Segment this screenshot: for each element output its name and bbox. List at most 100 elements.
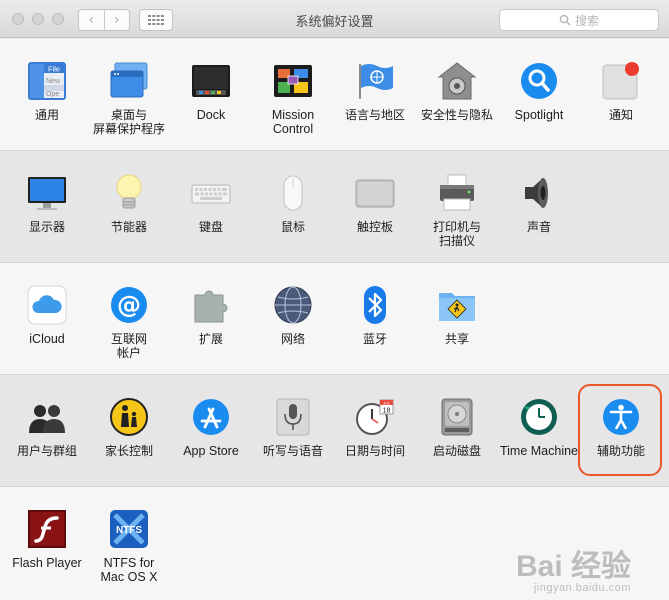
pref-app-store[interactable]: App Store <box>170 397 252 481</box>
open-menu-text: Ope <box>46 91 59 98</box>
pref-dictation-speech[interactable]: 听写与语音 <box>252 397 334 481</box>
internet-section: iCloud @ 互联网 帐户 扩展 网络 蓝牙 共享 <box>0 263 669 375</box>
pref-displays[interactable]: 显示器 <box>6 173 88 257</box>
pref-language-region[interactable]: 语言与地区 <box>334 61 416 145</box>
pref-label: 触控板 <box>356 220 393 234</box>
pref-label: Mission Control <box>271 108 315 136</box>
magnifier-icon <box>519 61 559 101</box>
time-machine-icon <box>519 397 559 437</box>
pref-label: 扩展 <box>198 332 223 346</box>
globe-icon <box>273 285 313 325</box>
search-placeholder: 搜索 <box>574 13 599 28</box>
keyboard-icon <box>191 173 231 213</box>
cloud-icon <box>27 285 67 325</box>
pref-security-privacy[interactable]: 安全性与隐私 <box>416 61 498 145</box>
trackpad-icon <box>355 173 395 213</box>
users-silhouette-icon <box>27 397 67 437</box>
pref-label: 节能器 <box>110 220 147 234</box>
pref-network[interactable]: 网络 <box>252 285 334 369</box>
pref-label: 网络 <box>280 332 305 346</box>
close-window-button[interactable] <box>12 13 24 25</box>
pref-label: 显示器 <box>28 220 65 234</box>
pref-label: 家长控制 <box>104 444 153 458</box>
show-all-button[interactable] <box>139 9 173 31</box>
pref-extensions[interactable]: 扩展 <box>170 285 252 369</box>
watermark-url: jingyan.baidu.com <box>533 582 631 594</box>
hard-disk-icon <box>437 397 477 437</box>
pref-desktop-screensaver[interactable]: 桌面与 屏幕保护程序 <box>88 61 170 145</box>
svg-text:@: @ <box>117 291 141 319</box>
pref-label: 启动磁盘 <box>432 444 481 458</box>
pref-dock[interactable]: Dock <box>170 61 252 145</box>
pref-accessibility[interactable]: 辅助功能 <box>580 397 662 481</box>
calendar-day-text: 18 <box>383 408 391 415</box>
forward-button[interactable]: › <box>103 10 130 30</box>
flash-icon <box>27 509 67 549</box>
microphone-icon <box>273 397 313 437</box>
bluetooth-icon <box>355 285 395 325</box>
mouse-icon <box>273 173 313 213</box>
pref-sharing[interactable]: 共享 <box>416 285 498 369</box>
ntfs-icon: NTFS <box>109 509 149 549</box>
clock-calendar-icon: JUL 18 <box>355 397 395 437</box>
at-sign-icon: @ <box>109 285 149 325</box>
watermark-text: Bai 经验 <box>515 550 631 583</box>
pref-date-time[interactable]: JUL 18 日期与时间 <box>334 397 416 481</box>
title-bar: ‹ › 系统偏好设置 搜索 <box>0 0 669 38</box>
pref-ntfs-for-mac[interactable]: NTFS NTFS for Mac OS X <box>88 509 170 593</box>
pref-icloud[interactable]: iCloud <box>6 285 88 369</box>
notification-badge-icon <box>601 61 641 101</box>
pref-notifications[interactable]: 通知 <box>580 61 662 145</box>
pref-label: 辅助功能 <box>596 444 645 458</box>
pref-label: 用户与群组 <box>16 444 77 458</box>
pref-internet-accounts[interactable]: @ 互联网 帐户 <box>88 285 170 369</box>
back-button[interactable]: ‹ <box>79 10 104 30</box>
pref-parental-controls[interactable]: 家长控制 <box>88 397 170 481</box>
zoom-window-button[interactable] <box>52 13 64 25</box>
pref-label: 听写与语音 <box>262 444 323 458</box>
pref-label: NTFS for Mac OS X <box>100 556 158 584</box>
pref-general[interactable]: File New Ope 通用 <box>6 61 88 145</box>
speaker-icon <box>519 173 559 213</box>
pref-label: App Store <box>183 444 239 458</box>
desktop-screensaver-icon <box>109 61 149 101</box>
pref-startup-disk[interactable]: 启动磁盘 <box>416 397 498 481</box>
dock-icon <box>191 61 231 101</box>
pref-flash-player[interactable]: Flash Player <box>6 509 88 593</box>
pref-label: Dock <box>196 108 226 122</box>
pref-label: 通用 <box>34 108 59 122</box>
flag-icon <box>355 61 395 101</box>
pref-energy-saver[interactable]: 节能器 <box>88 173 170 257</box>
hardware-section: 显示器 节能器 键盘 鼠标 触控板 打印机与 扫描仪 声音 <box>0 151 669 263</box>
pref-users-groups[interactable]: 用户与群组 <box>6 397 88 481</box>
lightbulb-icon <box>109 173 149 213</box>
pref-label: 键盘 <box>198 220 223 234</box>
pref-label: 鼠标 <box>280 220 305 234</box>
pref-label: 蓝牙 <box>362 332 387 346</box>
pref-label: 声音 <box>526 220 551 234</box>
search-icon <box>559 14 571 26</box>
pref-printers-scanners[interactable]: 打印机与 扫描仪 <box>416 173 498 257</box>
mission-control-icon <box>273 61 313 101</box>
pref-spotlight[interactable]: Spotlight <box>498 61 580 145</box>
pref-label: 通知 <box>608 108 633 122</box>
minimize-window-button[interactable] <box>32 13 44 25</box>
pref-bluetooth[interactable]: 蓝牙 <box>334 285 416 369</box>
sharing-folder-icon <box>437 285 477 325</box>
pref-time-machine[interactable]: Time Machine <box>498 397 580 481</box>
navigation-buttons: ‹ › <box>78 9 130 31</box>
pref-trackpad[interactable]: 触控板 <box>334 173 416 257</box>
file-menu-text: File <box>48 65 60 74</box>
pref-mission-control[interactable]: Mission Control <box>252 61 334 145</box>
pref-label: 语言与地区 <box>344 108 405 122</box>
pref-keyboard[interactable]: 键盘 <box>170 173 252 257</box>
grid-icon <box>148 15 164 25</box>
accessibility-icon <box>601 397 641 437</box>
pref-label: Time Machine <box>499 444 579 458</box>
pref-label: Spotlight <box>514 108 564 122</box>
pref-label: 桌面与 屏幕保护程序 <box>92 108 165 136</box>
search-field[interactable]: 搜索 <box>499 9 659 31</box>
puzzle-piece-icon <box>191 285 231 325</box>
pref-mouse[interactable]: 鼠标 <box>252 173 334 257</box>
pref-sound[interactable]: 声音 <box>498 173 580 257</box>
